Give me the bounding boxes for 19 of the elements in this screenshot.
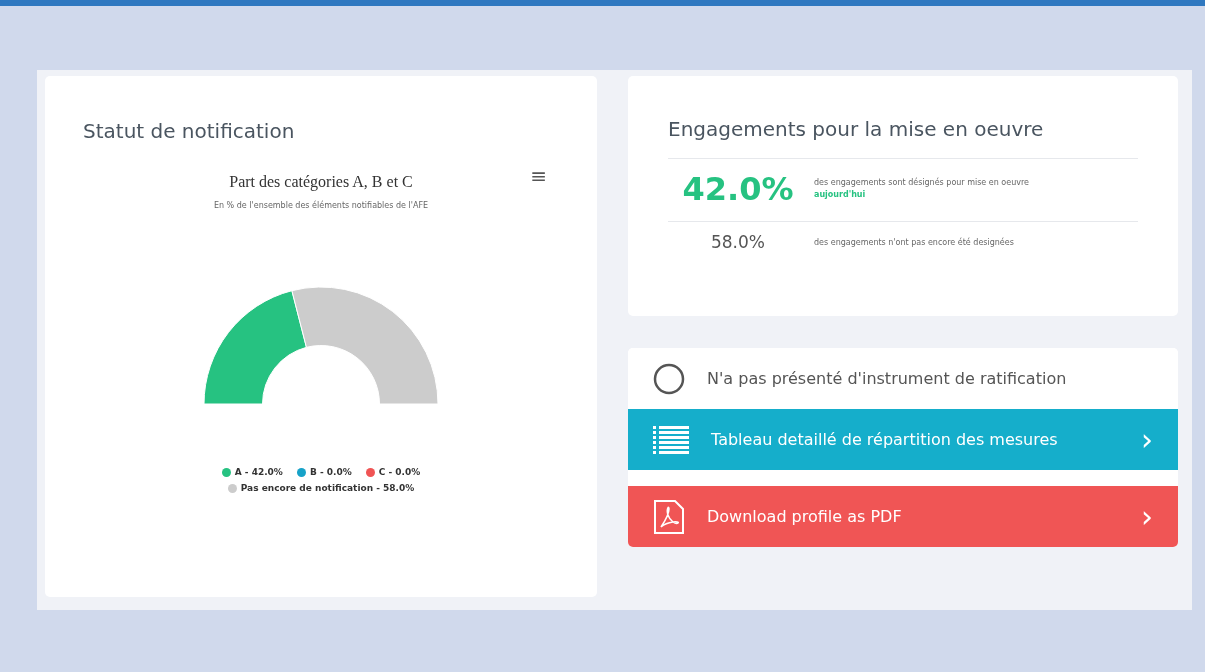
stat-value: 58.0% [710, 232, 766, 254]
action-button[interactable]: Download profile as PDF › [628, 486, 1178, 547]
legend-label: C - 0.0% [378, 466, 421, 479]
chart-title: Part des catégories A, B et C [228, 172, 414, 193]
panel-title: Statut de notification [83, 118, 296, 145]
stat-value: 42.0% [681, 169, 795, 209]
panel-title: Engagements pour la mise en oeuvre [668, 116, 1045, 143]
legend-label: Pas encore de notification - 58.0% [240, 481, 415, 495]
pdf-icon [653, 498, 685, 535]
action-button[interactable]: Tableau detaillé de répartition des mesures › [628, 409, 1178, 470]
stat-note: aujourd'hui [814, 189, 867, 201]
legend-label: B - 0.0% [309, 466, 352, 479]
status-text: N'a pas présenté d'instrument de ratification [707, 367, 1068, 390]
chart-subtitle: En % de l'ensemble des éléments notifiables de l'AFE [212, 200, 430, 212]
stat-description: des engagements sont désignés pour mise en oeuvre [814, 177, 1029, 189]
list-icon [653, 425, 689, 454]
stat-description: des engagements n'ont pas encore été designées [814, 236, 1014, 249]
legend-label: A - 42.0% [234, 466, 283, 479]
circle-icon [653, 362, 685, 395]
